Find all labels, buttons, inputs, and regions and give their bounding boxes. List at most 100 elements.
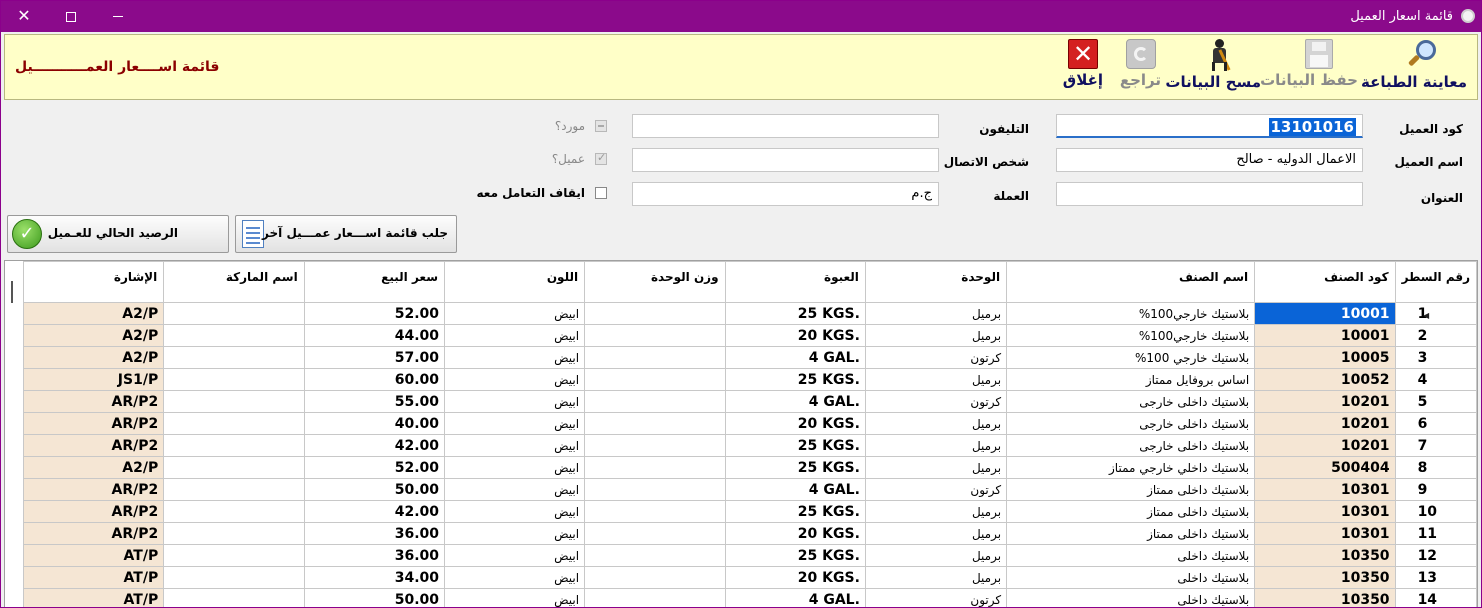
table-row[interactable]: AR/P2 40.00 ابيض 20 KGS. برميل بلاستيك داخلى …	[22, 412, 1477, 435]
price-list-grid[interactable]: الإشارة اسم الماركة سعر البيع اللون وزن …	[4, 260, 1478, 607]
cell-brand[interactable]	[163, 456, 305, 479]
cell-item-name[interactable]: بلاستيك خارجي100%	[1006, 324, 1256, 347]
cell-unit-weight[interactable]	[584, 500, 726, 523]
col-header-item-name[interactable]: اسم الصنف	[1006, 261, 1256, 303]
cell-symbol[interactable]: JS1/P	[22, 368, 165, 391]
table-row[interactable]: AR/P2 50.00 ابيض 4 GAL. كرتون بلاستيك داخلى م…	[22, 478, 1477, 501]
current-balance-button[interactable]: ✓ الرصيد الحالي للعـميل	[7, 215, 229, 253]
cell-unit-weight[interactable]	[584, 346, 726, 369]
table-row[interactable]: JS1/P 60.00 ابيض 25 KGS. برميل اساس بروفايل م…	[22, 368, 1477, 391]
cell-sale-price[interactable]: 57.00	[303, 346, 446, 369]
cell-item-code[interactable]: 10001	[1254, 324, 1396, 347]
cell-item-code[interactable]: 10350	[1254, 566, 1396, 589]
cell-unit-weight[interactable]	[584, 324, 726, 347]
cell-symbol[interactable]: A2/P	[22, 324, 165, 347]
cell-pack[interactable]: 20 KGS.	[724, 324, 866, 347]
cell-item-name[interactable]: بلاستيك داخلى خارجى	[1006, 412, 1256, 435]
table-row[interactable]: A2/P 52.00 ابيض 25 KGS. برميل بلاستيك خارجي10…	[22, 302, 1477, 325]
cell-brand[interactable]	[163, 522, 305, 545]
cell-symbol[interactable]: AR/P2	[22, 478, 165, 501]
cell-unit[interactable]: برميل	[864, 434, 1008, 457]
cell-sale-price[interactable]: 34.00	[303, 566, 446, 589]
table-row[interactable]: AT/P 34.00 ابيض 20 KGS. برميل بلاستيك داخلى 10…	[22, 566, 1477, 589]
cell-line-no[interactable]: 13	[1394, 566, 1477, 589]
maximize-button[interactable]	[48, 1, 94, 32]
cell-pack[interactable]: 4 GAL.	[724, 588, 866, 607]
cell-sale-price[interactable]: 50.00	[303, 588, 446, 607]
cell-item-code[interactable]: 10001	[1254, 302, 1396, 325]
cell-symbol[interactable]: AR/P2	[22, 412, 165, 435]
cell-line-no[interactable]: 4	[1394, 368, 1477, 391]
cell-line-no[interactable]: 6	[1394, 412, 1477, 435]
cell-symbol[interactable]: A2/P	[22, 346, 165, 369]
cell-sale-price[interactable]: 36.00	[303, 522, 446, 545]
cell-symbol[interactable]: A2/P	[22, 302, 165, 325]
col-header-brand[interactable]: اسم الماركة	[163, 261, 305, 303]
stop-dealing-checkbox[interactable]	[595, 187, 607, 199]
cell-unit-weight[interactable]	[584, 544, 726, 567]
undo-button[interactable]: تراجع	[1120, 39, 1161, 97]
cell-brand[interactable]	[163, 500, 305, 523]
customer-name-field[interactable]: الاعمال الدوليه - صالح	[1056, 148, 1363, 172]
cell-item-code[interactable]: 10201	[1254, 434, 1396, 457]
cell-brand[interactable]	[163, 324, 305, 347]
cell-color[interactable]: ابيض	[444, 346, 586, 369]
cell-color[interactable]: ابيض	[444, 412, 586, 435]
cell-unit[interactable]: برميل	[864, 324, 1008, 347]
cell-item-code[interactable]: 10301	[1254, 522, 1396, 545]
cell-sale-price[interactable]: 50.00	[303, 478, 446, 501]
cell-unit-weight[interactable]	[584, 390, 726, 413]
cell-unit-weight[interactable]	[584, 368, 726, 391]
cell-unit[interactable]: برميل	[864, 456, 1008, 479]
cell-pack[interactable]: 25 KGS.	[724, 368, 866, 391]
cell-line-no[interactable]: 14	[1394, 588, 1477, 607]
cell-pack[interactable]: 25 KGS.	[724, 544, 866, 567]
cell-color[interactable]: ابيض	[444, 324, 586, 347]
cell-pack[interactable]: 25 KGS.	[724, 302, 866, 325]
col-header-item-code[interactable]: كود الصنف	[1254, 261, 1396, 303]
phone-field[interactable]	[632, 114, 939, 138]
cell-sale-price[interactable]: 44.00	[303, 324, 446, 347]
cell-line-no[interactable]: 3	[1394, 346, 1477, 369]
cell-unit[interactable]: كرتون	[864, 346, 1008, 369]
table-row[interactable]: AT/P 36.00 ابيض 25 KGS. برميل بلاستيك داخلى 10…	[22, 544, 1477, 567]
cell-symbol[interactable]: AR/P2	[22, 434, 165, 457]
cell-line-no[interactable]: 5	[1394, 390, 1477, 413]
cell-color[interactable]: ابيض	[444, 302, 586, 325]
cell-item-name[interactable]: بلاستيك داخلى	[1006, 544, 1256, 567]
col-header-color[interactable]: اللون	[444, 261, 586, 303]
table-row[interactable]: AR/P2 36.00 ابيض 20 KGS. برميل بلاستيك داخلى …	[22, 522, 1477, 545]
cell-color[interactable]: ابيض	[444, 566, 586, 589]
cell-unit[interactable]: كرتون	[864, 390, 1008, 413]
cell-line-no[interactable]: 9	[1394, 478, 1477, 501]
cell-line-no[interactable]: 8	[1394, 456, 1477, 479]
cell-pack[interactable]: 25 KGS.	[724, 500, 866, 523]
col-header-unit[interactable]: الوحدة	[864, 261, 1008, 303]
col-header-pack[interactable]: العبوة	[724, 261, 866, 303]
cell-color[interactable]: ابيض	[444, 478, 586, 501]
cell-item-name[interactable]: بلاستيك داخلى ممتاز	[1006, 500, 1256, 523]
cell-unit-weight[interactable]	[584, 412, 726, 435]
cell-unit[interactable]: برميل	[864, 522, 1008, 545]
cell-sale-price[interactable]: 52.00	[303, 456, 446, 479]
cell-line-no[interactable]: 2	[1394, 324, 1477, 347]
cell-item-name[interactable]: بلاستيك داخلى	[1006, 588, 1256, 607]
cell-symbol[interactable]: AT/P	[22, 588, 165, 607]
close-button[interactable]: ✕ إغلاق	[1063, 39, 1103, 97]
cell-sale-price[interactable]: 42.00	[303, 500, 446, 523]
cell-unit[interactable]: برميل	[864, 368, 1008, 391]
contact-person-field[interactable]	[632, 148, 939, 172]
cell-pack[interactable]: 20 KGS.	[724, 522, 866, 545]
cell-symbol[interactable]: AR/P2	[22, 522, 165, 545]
cell-item-name[interactable]: بلاستيك خارجي 100%	[1006, 346, 1256, 369]
cell-item-name[interactable]: بلاستيك داخلى	[1006, 566, 1256, 589]
cell-item-name[interactable]: بلاستيك داخلى ممتاز	[1006, 478, 1256, 501]
cell-color[interactable]: ابيض	[444, 368, 586, 391]
cell-item-code[interactable]: 10301	[1254, 478, 1396, 501]
cell-unit[interactable]: برميل	[864, 544, 1008, 567]
print-preview-button[interactable]: معاينة الطباعة	[1361, 39, 1467, 97]
table-row[interactable]: AT/P 50.00 ابيض 4 GAL. كرتون بلاستيك داخلى 103…	[22, 588, 1477, 607]
cell-line-no[interactable]: 1	[1394, 302, 1477, 325]
cell-pack[interactable]: 4 GAL.	[724, 346, 866, 369]
cell-sale-price[interactable]: 36.00	[303, 544, 446, 567]
